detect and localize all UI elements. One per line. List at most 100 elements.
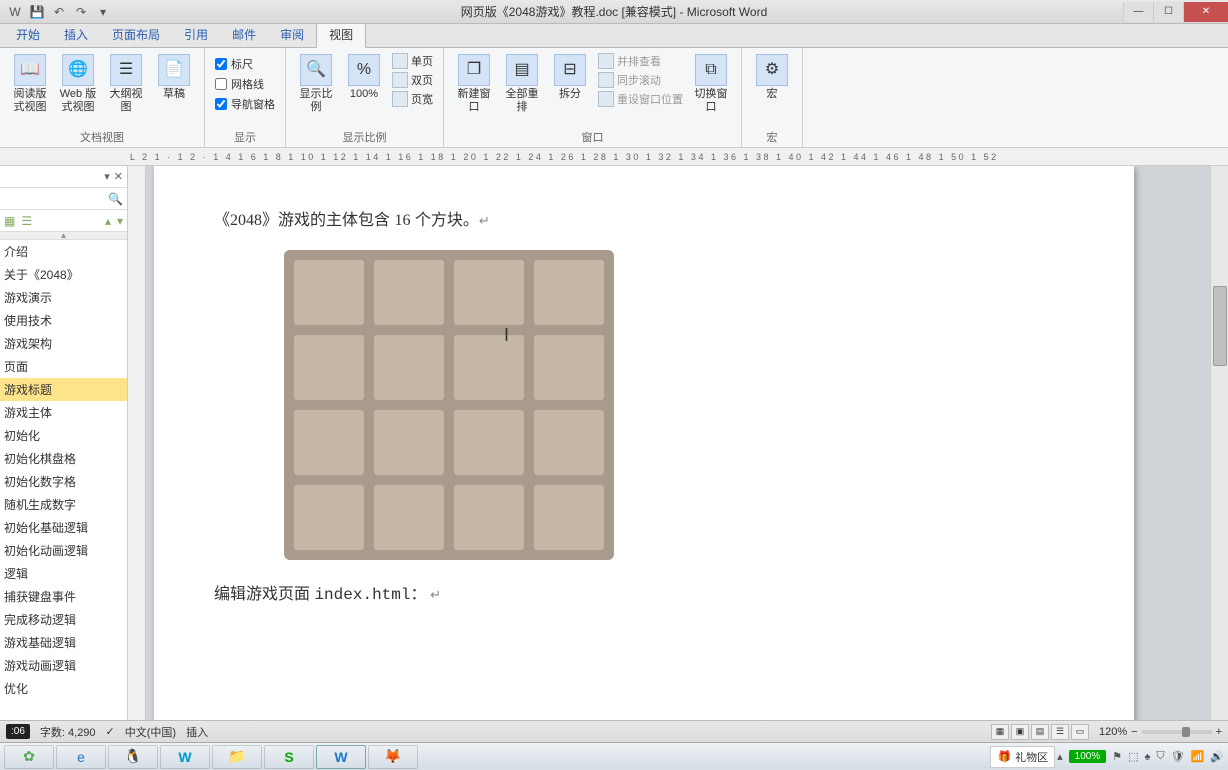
tray-network-icon[interactable]: 📶 [1191,750,1205,763]
outline-item[interactable]: 完成移动逻辑 [0,608,127,631]
taskbar-explorer-icon[interactable]: 📁 [212,745,262,769]
tab-home[interactable]: 开始 [4,22,52,47]
maximize-button[interactable]: ☐ [1153,2,1183,22]
outline-item[interactable]: 游戏基础逻辑 [0,631,127,654]
outline-item[interactable]: 初始化 [0,424,127,447]
taskbar-ie-icon[interactable]: e [56,745,106,769]
navpane-close-icon[interactable]: ✕ [114,170,123,183]
outline-status-icon[interactable]: ☰ [1051,724,1069,740]
gift-area-widget[interactable]: 🎁礼物区 [990,746,1055,768]
web-layout-button[interactable]: 🌐Web 版式视图 [56,52,100,116]
headings-tab-icon[interactable]: ▦ [4,214,15,228]
ruler-checkbox[interactable]: 标尺 [215,56,275,72]
outline-item[interactable]: 初始化数字格 [0,470,127,493]
horizontal-ruler[interactable]: L 2 1 · 1 2 · 1 4 1 6 1 8 1 10 1 12 1 14… [0,148,1228,166]
one-page-button[interactable]: 单页 [390,52,435,70]
zoom-button[interactable]: 🔍显示比例 [294,52,338,116]
redo-icon[interactable]: ↷ [72,3,90,21]
macros-button[interactable]: ⚙宏 [750,52,794,103]
minimize-button[interactable]: — [1123,2,1153,22]
arrange-all-button[interactable]: ▤全部重排 [500,52,544,116]
page-width-button[interactable]: 页宽 [390,90,435,108]
taskbar-wps-icon[interactable]: W [160,745,210,769]
draft-view-button[interactable]: 📄草稿 [152,52,196,103]
tray-icon[interactable]: ♠ [1145,751,1151,763]
fullscreen-reading-icon[interactable]: ▣ [1011,724,1029,740]
taskbar-app-icon[interactable]: S [264,745,314,769]
save-icon[interactable]: 💾 [28,3,46,21]
navpane-dropdown-icon[interactable]: ▾ [104,170,110,183]
new-window-button[interactable]: ❐新建窗口 [452,52,496,116]
outline-item[interactable]: 游戏动画逻辑 [0,654,127,677]
tray-shield-icon[interactable]: 🛡 [1171,750,1185,763]
battery-indicator[interactable]: 100% [1069,750,1107,763]
close-button[interactable]: ✕ [1183,2,1228,22]
switch-windows-icon: ⧉ [695,54,727,86]
vertical-ruler[interactable] [128,166,146,720]
outline-item[interactable]: 介绍 [0,240,127,263]
print-layout-icon[interactable]: ▦ [991,724,1009,740]
draft-status-icon[interactable]: ▭ [1071,724,1089,740]
tab-view[interactable]: 视图 [316,21,366,48]
taskbar-word-icon[interactable]: W [316,745,366,769]
outline-item[interactable]: 游戏演示 [0,286,127,309]
outline-item[interactable]: 初始化棋盘格 [0,447,127,470]
outline-item[interactable]: 逻辑 [0,562,127,585]
outline-item[interactable]: 关于《2048》 [0,263,127,286]
outline-item[interactable]: 随机生成数字 [0,493,127,516]
zoom-out-button[interactable]: − [1131,726,1137,738]
navpane-checkbox[interactable]: 导航窗格 [215,96,275,112]
taskbar-app-icon[interactable]: 🐧 [108,745,158,769]
outline-item[interactable]: 初始化动画逻辑 [0,539,127,562]
outline-item[interactable]: 初始化基础逻辑 [0,516,127,539]
tray-icon[interactable]: ⚑ [1112,750,1122,763]
hundred-pct-button[interactable]: %100% [342,52,386,103]
outline-item-selected[interactable]: 游戏标题 [0,378,127,401]
outline-top-bar[interactable]: ▴ [0,232,127,240]
grid-cell [294,485,364,550]
undo-icon[interactable]: ↶ [50,3,68,21]
zoom-slider[interactable] [1142,730,1212,734]
tab-references[interactable]: 引用 [172,22,220,47]
outline-item[interactable]: 页面 [0,355,127,378]
split-button[interactable]: ⊟拆分 [548,52,592,103]
gridlines-checkbox[interactable]: 网格线 [215,76,275,92]
document-page[interactable]: 《2048》游戏的主体包含 16 个方块。↵ I 编辑游戏页面 index.ht… [154,166,1134,720]
scrollbar-thumb[interactable] [1213,286,1227,366]
taskbar-firefox-icon[interactable]: 🦊 [368,745,418,769]
tab-insert[interactable]: 插入 [52,22,100,47]
tray-icon[interactable]: ⛉ [1156,750,1164,763]
qat-dropdown-icon[interactable]: ▾ [94,3,112,21]
outline-item[interactable]: 优化 [0,677,127,700]
two-pages-button[interactable]: 双页 [390,71,435,89]
tray-icon[interactable]: ⬚ [1128,750,1138,763]
vertical-scrollbar[interactable] [1210,166,1228,720]
zoom-percentage[interactable]: 120% [1099,726,1127,738]
navpane-search[interactable]: 🔍 [0,188,127,210]
insert-mode[interactable]: 插入 [186,724,208,740]
tray-volume-icon[interactable]: 🔊 [1210,750,1224,763]
outline-view-button[interactable]: ☰大纲视图 [104,52,148,116]
switch-windows-button[interactable]: ⧉切换窗口 [689,52,733,116]
collapse-icon[interactable]: ▾ [117,214,123,228]
pages-tab-icon[interactable]: ☰ [21,214,32,228]
read-layout-button[interactable]: 📖阅读版式视图 [8,52,52,116]
tab-mailings[interactable]: 邮件 [220,22,268,47]
tab-review[interactable]: 审阅 [268,22,316,47]
outline-item[interactable]: 游戏架构 [0,332,127,355]
taskbar-app-icon[interactable]: ✿ [4,745,54,769]
page-width-icon [392,91,408,107]
web-layout-status-icon[interactable]: ▤ [1031,724,1049,740]
tab-layout[interactable]: 页面布局 [100,22,172,47]
document-text-line2[interactable]: 编辑游戏页面 index.html： ↵ [214,580,1074,604]
outline-item[interactable]: 使用技术 [0,309,127,332]
spellcheck-icon[interactable]: ✓ [106,725,115,738]
outline-item[interactable]: 游戏主体 [0,401,127,424]
zoom-in-button[interactable]: + [1216,726,1222,738]
outline-item[interactable]: 捕获键盘事件 [0,585,127,608]
document-text-line1[interactable]: 《2048》游戏的主体包含 16 个方块。↵ [214,206,1074,230]
word-count[interactable]: 字数: 4,290 [40,724,96,740]
expand-icon[interactable]: ▴ [105,214,111,228]
language-indicator[interactable]: 中文(中国) [125,724,176,740]
tray-expand-icon[interactable]: ▴ [1057,750,1063,763]
